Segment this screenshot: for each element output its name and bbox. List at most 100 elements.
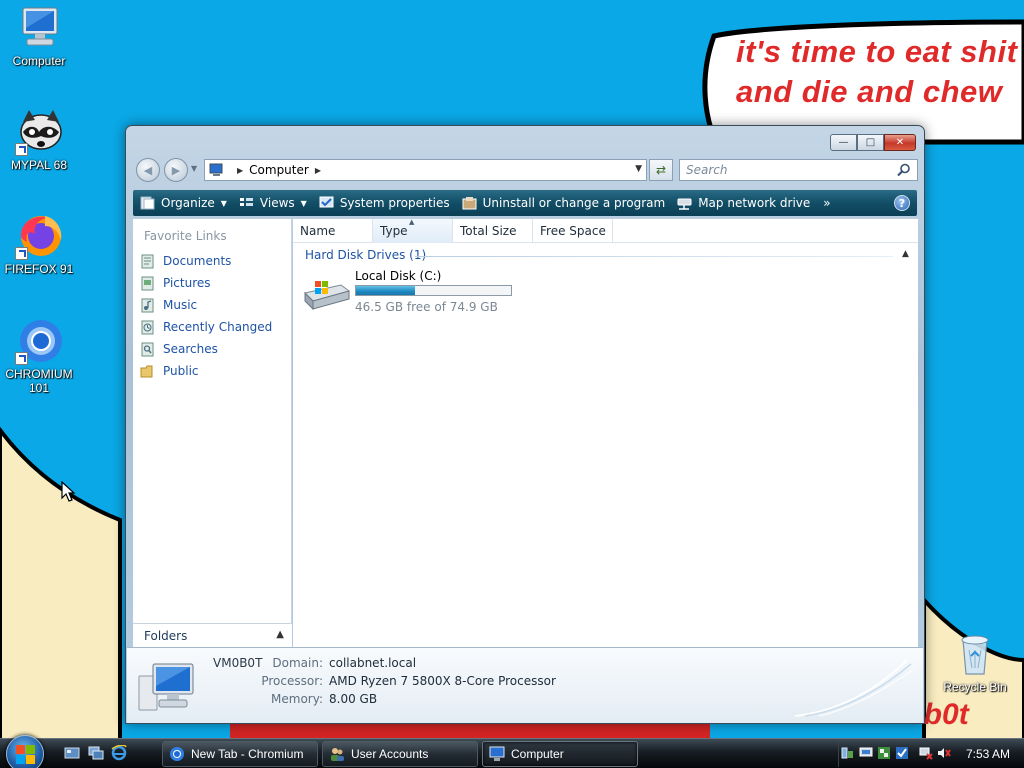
show-desktop-icon[interactable]	[64, 745, 80, 761]
network-disconnected-icon[interactable]	[919, 746, 933, 760]
pictures-icon	[141, 276, 154, 290]
taskbar-button-computer[interactable]: Computer	[482, 741, 638, 767]
system-properties-icon	[319, 196, 334, 208]
column-header-name[interactable]: Name	[293, 219, 373, 243]
group-label: Hard Disk Drives (1)	[305, 248, 427, 262]
taskbar-button-label: Computer	[511, 747, 564, 761]
favorite-link-public[interactable]: Public	[140, 361, 199, 381]
desktop-icon-computer[interactable]: Computer	[0, 4, 78, 68]
favorite-link-label: Documents	[163, 254, 232, 268]
favorite-link-searches[interactable]: Searches	[140, 339, 218, 359]
network-drive-icon	[677, 198, 692, 210]
folders-label: Folders	[144, 628, 188, 643]
favorite-link-pictures[interactable]: Pictures	[140, 273, 211, 293]
internet-explorer-icon[interactable]	[111, 745, 127, 761]
double-chevron-icon: »	[823, 196, 831, 210]
computer-icon	[15, 4, 63, 52]
breadcrumb-chevron-icon[interactable]: ▶	[237, 166, 243, 175]
chevron-up-icon[interactable]: ▲	[276, 629, 284, 640]
minimize-button[interactable]: —	[830, 134, 857, 151]
desktop-icon-recycle-bin[interactable]: Recycle Bin	[936, 630, 1014, 694]
desktop-icon-chromium[interactable]: CHROMIUM 101	[0, 317, 78, 395]
column-label: Free Space	[540, 224, 606, 238]
folder-icon	[140, 365, 153, 377]
detail-value: AMD Ryzen 7 5800X 8-Core Processor	[329, 674, 556, 688]
more-commands-button[interactable]: »	[815, 190, 835, 216]
folders-toggle[interactable]: Folders ▲	[133, 623, 292, 647]
network-status-icon[interactable]	[841, 746, 855, 760]
desktop-icon-label: Recycle Bin	[943, 680, 1007, 694]
column-header-total-size[interactable]: Total Size	[453, 219, 533, 243]
details-pane: VM0B0T Domain: collabnet.local Processor…	[127, 647, 923, 723]
group-header-hard-disk-drives[interactable]: Hard Disk Drives (1)	[305, 248, 426, 262]
drive-name: Local Disk (C:)	[355, 269, 442, 283]
column-label: Total Size	[460, 224, 517, 238]
back-button[interactable]: ◀	[136, 158, 160, 182]
favorite-link-music[interactable]: Music	[140, 295, 197, 315]
hard-drive-icon	[304, 281, 351, 311]
detail-key: Memory:	[271, 692, 323, 706]
views-button[interactable]: Views ▼	[232, 190, 312, 216]
system-properties-button[interactable]: System properties	[312, 190, 455, 216]
window-controls: — □ ✕	[830, 134, 916, 151]
switch-windows-icon[interactable]	[88, 745, 104, 761]
search-icon[interactable]	[897, 163, 911, 177]
clock[interactable]: 7:53 AM	[966, 747, 1010, 761]
speech-line-2: and die and chew	[736, 74, 1003, 109]
desktop-icon-firefox[interactable]: FIREFOX 91	[0, 212, 78, 276]
raccoon-icon	[15, 108, 63, 156]
breadcrumb-chevron-icon[interactable]: ▶	[315, 166, 321, 175]
detail-key: Domain:	[272, 656, 323, 670]
help-button[interactable]: ?	[894, 195, 910, 211]
drive-free-space: 46.5 GB free of 74.9 GB	[355, 300, 498, 314]
start-button[interactable]	[6, 735, 44, 768]
favorite-links-heading: Favorite Links	[144, 229, 227, 243]
refresh-button[interactable]: ⇄	[649, 159, 673, 181]
taskbar-button-user-accounts[interactable]: User Accounts	[322, 741, 478, 767]
favorite-link-documents[interactable]: Documents	[140, 251, 231, 271]
address-bar[interactable]: ▶ Computer ▶ ▼	[204, 159, 647, 181]
organize-label: Organize	[161, 196, 215, 210]
mouse-cursor-icon	[61, 481, 75, 502]
recent-pages-dropdown[interactable]: ▼	[191, 164, 197, 173]
close-button[interactable]: ✕	[884, 134, 916, 151]
favorite-link-recently-changed[interactable]: Recently Changed	[140, 317, 272, 337]
address-dropdown-icon[interactable]: ▼	[635, 164, 642, 174]
column-header-free-space[interactable]: Free Space	[533, 219, 613, 243]
favorite-link-label: Recently Changed	[163, 320, 273, 334]
speech-line-1: it's time to eat shit	[736, 34, 1018, 69]
chromium-icon	[170, 747, 184, 761]
minimize-icon: —	[838, 137, 849, 148]
system-properties-label: System properties	[339, 196, 450, 210]
recently-changed-icon	[141, 320, 154, 334]
update-notification-icon[interactable]	[895, 746, 909, 760]
organize-button[interactable]: Organize ▼	[133, 190, 232, 216]
drive-item-local-disk[interactable]: Local Disk (C:) 46.5 GB free of 74.9 GB	[301, 269, 541, 315]
map-network-drive-button[interactable]: Map network drive	[670, 190, 815, 216]
breadcrumb-computer[interactable]: Computer	[249, 163, 309, 177]
maximize-icon: □	[865, 137, 876, 148]
decorative-swoosh	[795, 659, 914, 717]
forward-arrow-icon: ▶	[171, 163, 181, 177]
desktop-icon-mypal[interactable]: MYPAL 68	[0, 108, 78, 172]
windows-logo-icon	[16, 745, 35, 764]
forward-button[interactable]: ▶	[164, 158, 188, 182]
column-header-row: Name ▲ Type Total Size Free Space	[293, 218, 918, 243]
column-label: Type	[380, 224, 408, 238]
search-placeholder: Search	[686, 163, 728, 177]
column-header-type[interactable]: ▲ Type	[373, 218, 453, 243]
search-input[interactable]: Search	[679, 159, 918, 181]
volume-muted-icon[interactable]	[937, 746, 951, 760]
chromium-icon	[15, 317, 63, 365]
uninstall-program-label: Uninstall or change a program	[482, 196, 666, 210]
taskbar-button-chromium[interactable]: New Tab - Chromium	[162, 741, 318, 767]
remote-desktop-icon[interactable]	[859, 746, 873, 760]
security-shield-icon[interactable]	[877, 746, 891, 760]
maximize-button[interactable]: □	[857, 134, 884, 151]
navigation-pane: Favorite Links Documents Pictures Music …	[133, 219, 292, 647]
collapse-group-icon[interactable]: ▲	[902, 249, 909, 259]
computer-icon	[209, 163, 223, 176]
shortcut-arrow-icon	[15, 143, 28, 156]
detail-key: Processor:	[261, 674, 323, 688]
uninstall-program-button[interactable]: Uninstall or change a program	[455, 190, 671, 216]
